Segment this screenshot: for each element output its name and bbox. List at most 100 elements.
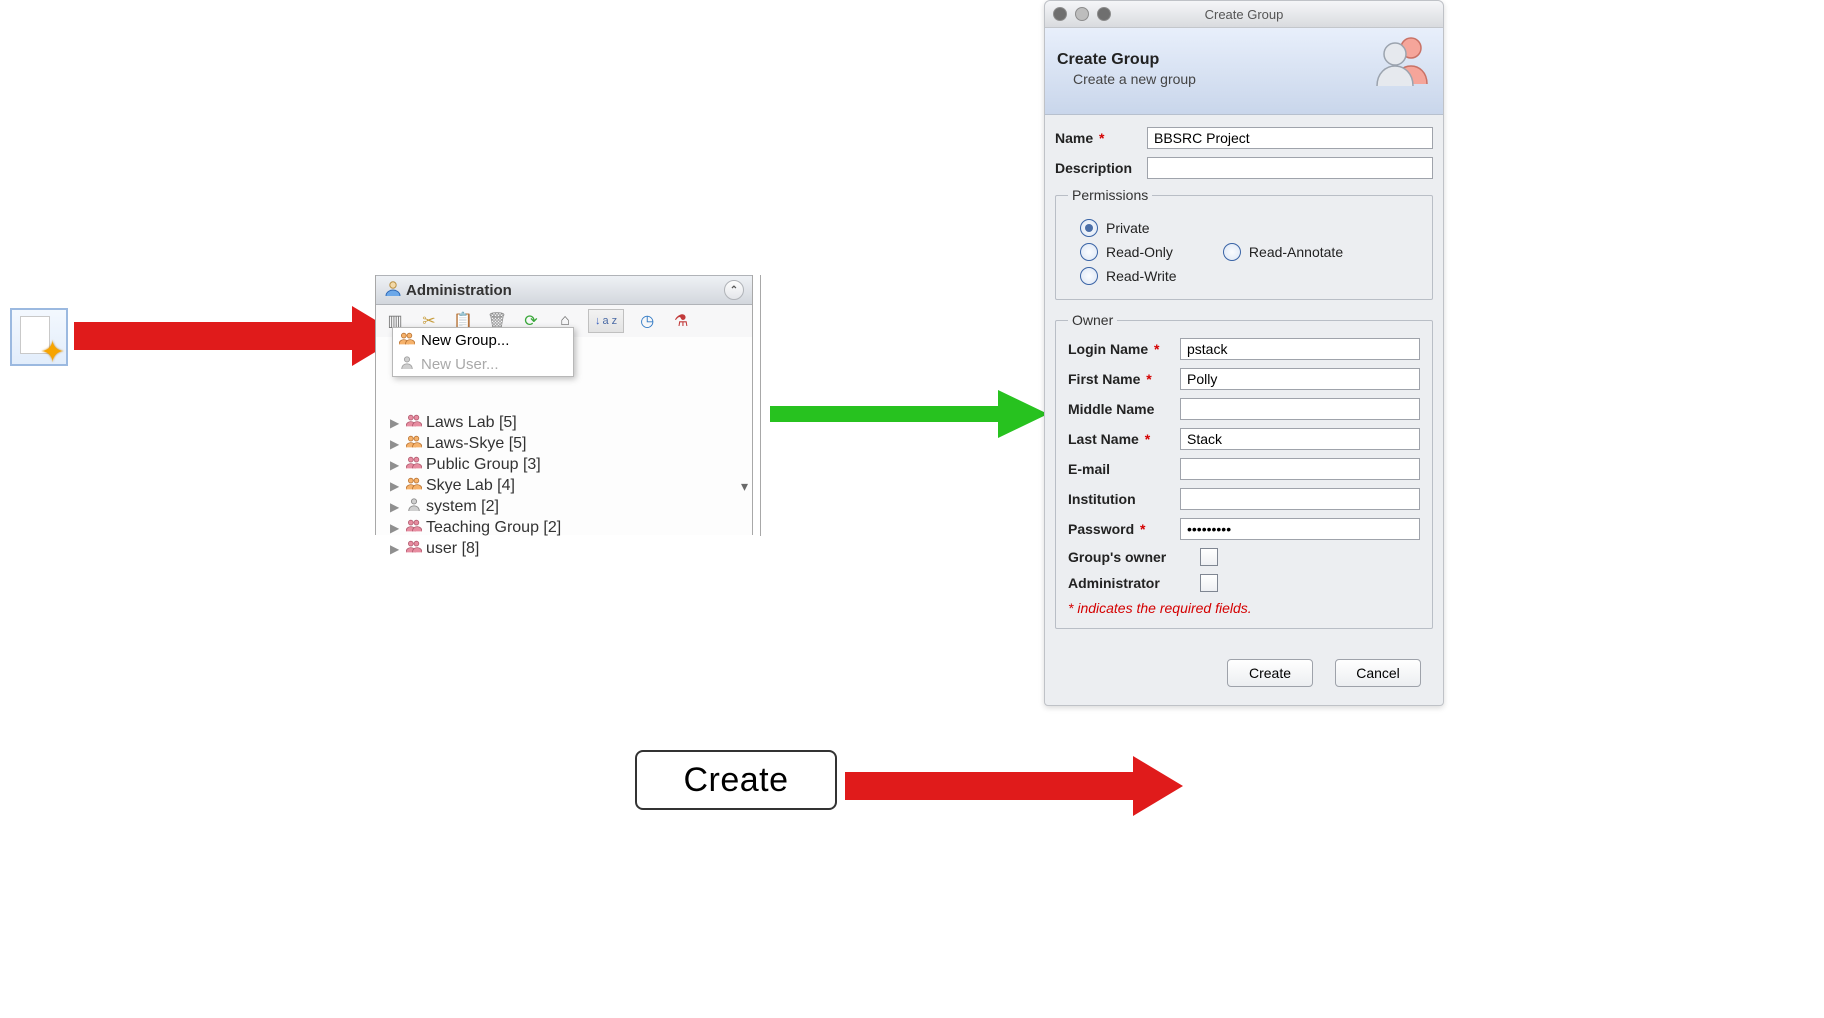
person-icon [406,497,422,516]
password-label: Password * [1068,521,1180,537]
expand-icon[interactable]: ▶ [390,458,402,472]
titlebar: Create Group [1045,1,1443,28]
menu-new-group[interactable]: New Group... [393,328,573,352]
dialog-subtitle: Create a new group [1073,71,1196,87]
group-icon [406,539,422,558]
first-name-label: First Name * [1068,371,1180,387]
perm-label: Private [1106,220,1150,236]
expand-icon[interactable]: ▶ [390,479,402,493]
create-group-dialog: Create Group Create Group Create a new g… [1044,0,1444,706]
new-menu-dropdown: New Group... New User... [392,327,574,377]
field-institution: Institution [1068,488,1420,510]
cancel-button[interactable]: Cancel [1335,659,1421,687]
tree-label: Laws-Skye [5] [426,435,526,453]
tree-row[interactable]: ▶ Laws Lab [5] [382,413,746,434]
create-callout: Create [635,750,837,810]
group-owner-checkbox[interactable] [1200,548,1218,566]
administration-header: Administration ⌃ [376,275,752,305]
radio-icon [1080,267,1098,285]
new-item-button[interactable]: ✦ [10,308,68,366]
middle-name-input[interactable] [1180,398,1420,420]
name-label: Name * [1055,130,1147,146]
description-input[interactable] [1147,157,1433,179]
tree-label: Skye Lab [4] [426,477,515,495]
field-description: Description [1055,157,1433,179]
field-name: Name * [1055,127,1433,149]
tree-label: user [8] [426,540,479,558]
administrator-checkbox[interactable] [1200,574,1218,592]
perm-read-write[interactable]: Read-Write [1080,267,1177,285]
dialog-title: Create Group [1057,51,1196,69]
expand-icon[interactable]: ▶ [390,542,402,556]
field-login: Login Name * [1068,338,1420,360]
minimize-window-icon[interactable] [1075,7,1089,21]
expand-icon[interactable]: ▶ [390,437,402,451]
perm-read-only[interactable]: Read-Only [1080,243,1173,261]
field-password: Password * [1068,518,1420,540]
perm-private[interactable]: Private [1080,219,1150,237]
perm-read-annotate[interactable]: Read-Annotate [1223,243,1343,261]
tree-row[interactable]: ▶ Skye Lab [4] [382,476,746,497]
group-icon [406,518,422,537]
expand-icon[interactable]: ▶ [390,416,402,430]
middle-name-label: Middle Name [1068,401,1180,417]
scroll-indicator: ▾ [741,478,748,495]
tree-row[interactable]: ▶ Laws-Skye [5] [382,434,746,455]
institution-input[interactable] [1180,488,1420,510]
tree-label: Laws Lab [5] [426,414,517,432]
tree-label: Teaching Group [2] [426,519,561,537]
login-label: Login Name * [1068,341,1180,357]
login-input[interactable] [1180,338,1420,360]
radio-icon [1080,243,1098,261]
tree-row[interactable]: ▶ Teaching Group [2] [382,518,746,539]
beaker-icon[interactable]: ⚗ [670,310,692,332]
person-icon [399,355,415,373]
institution-label: Institution [1068,491,1180,507]
tree-row[interactable]: ▶ Public Group [3] [382,455,746,476]
field-first-name: First Name * [1068,368,1420,390]
sort-az-button[interactable]: ↓a z [588,309,624,333]
name-input[interactable] [1147,127,1433,149]
radio-icon [1223,243,1241,261]
field-group-owner: Group's owner [1068,548,1420,566]
people-icon [399,331,415,349]
menu-new-user: New User... [393,352,573,376]
tree-row[interactable]: ▶ user [8] [382,539,746,560]
perm-label: Read-Annotate [1249,244,1343,260]
field-last-name: Last Name * [1068,428,1420,450]
password-input[interactable] [1180,518,1420,540]
clock-icon[interactable]: ◷ [636,310,658,332]
people-large-icon [1375,34,1433,89]
tree-label: system [2] [426,498,499,516]
required-note: * indicates the required fields. [1068,600,1420,616]
tree-row[interactable]: ▶ system [2] [382,497,746,518]
permissions-legend: Permissions [1068,187,1152,203]
administration-panel: Administration ⌃ ▥ ✂ 📋 🗑 ⟳ ⌂ ↓a z ◷ ⚗ Ne… [375,275,753,535]
group-icon [406,455,422,474]
panel-divider [760,275,763,536]
green-arrow [770,380,1050,450]
owner-fieldset: Owner Login Name * First Name * Middle N… [1055,312,1433,629]
owner-legend: Owner [1068,312,1117,328]
window-controls[interactable] [1053,7,1111,21]
group-icon [406,413,422,432]
close-window-icon[interactable] [1053,7,1067,21]
zoom-window-icon[interactable] [1097,7,1111,21]
first-name-input[interactable] [1180,368,1420,390]
expand-icon[interactable]: ▶ [390,521,402,535]
perm-label: Read-Only [1106,244,1173,260]
description-label: Description [1055,160,1147,176]
admin-title: Administration [402,282,724,299]
last-name-input[interactable] [1180,428,1420,450]
menu-new-user-label: New User... [421,356,499,373]
create-button[interactable]: Create [1227,659,1313,687]
expand-icon[interactable]: ▶ [390,500,402,514]
permissions-fieldset: Permissions Private Read-Only Read-Annot… [1055,187,1433,300]
dialog-footer: Create Cancel [1045,645,1443,705]
field-middle-name: Middle Name [1068,398,1420,420]
email-input[interactable] [1180,458,1420,480]
create-callout-label: Create [683,761,788,800]
dialog-header: Create Group Create a new group [1045,28,1443,115]
group-icon [406,434,422,453]
collapse-button[interactable]: ⌃ [724,280,744,300]
